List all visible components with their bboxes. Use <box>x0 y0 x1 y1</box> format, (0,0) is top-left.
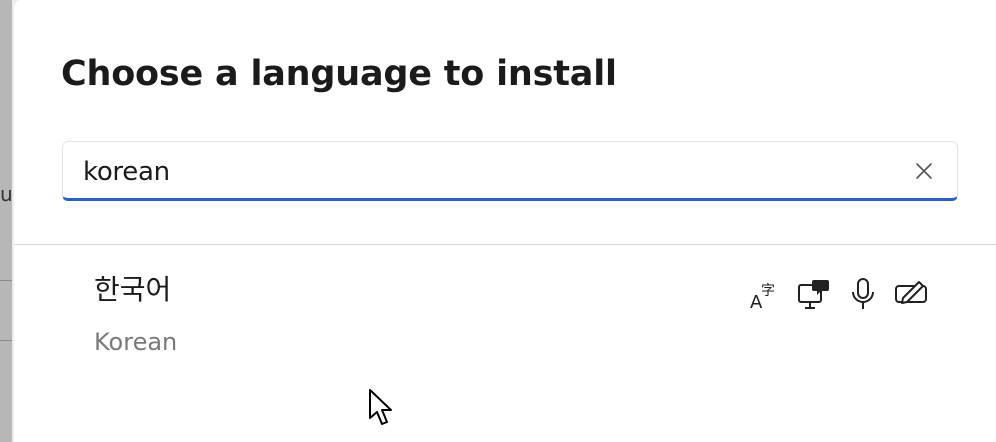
background-window-edge <box>0 0 12 442</box>
background-partial-text: u <box>0 182 13 206</box>
language-native-name: 한국어 <box>94 273 172 306</box>
close-icon[interactable] <box>915 162 933 180</box>
handwriting-icon <box>895 281 927 304</box>
mouse-pointer-icon <box>369 389 392 425</box>
text-to-speech-icon <box>798 280 829 309</box>
background-divider <box>0 280 12 281</box>
language-pack-icon: A 字 <box>750 283 775 312</box>
list-divider <box>14 244 996 245</box>
background-divider <box>0 340 12 341</box>
language-search-box[interactable] <box>62 141 958 201</box>
language-list-item-korean[interactable]: 한국어 Korean A 字 <box>14 246 996 442</box>
language-english-name: Korean <box>94 328 178 356</box>
svg-text:字: 字 <box>761 283 775 299</box>
dialog-title: Choose a language to install <box>61 54 617 94</box>
speech-recognition-icon <box>852 278 874 309</box>
language-search-input[interactable] <box>83 156 903 188</box>
language-install-dialog: Choose a language to install 한국어 Korean … <box>14 0 996 442</box>
